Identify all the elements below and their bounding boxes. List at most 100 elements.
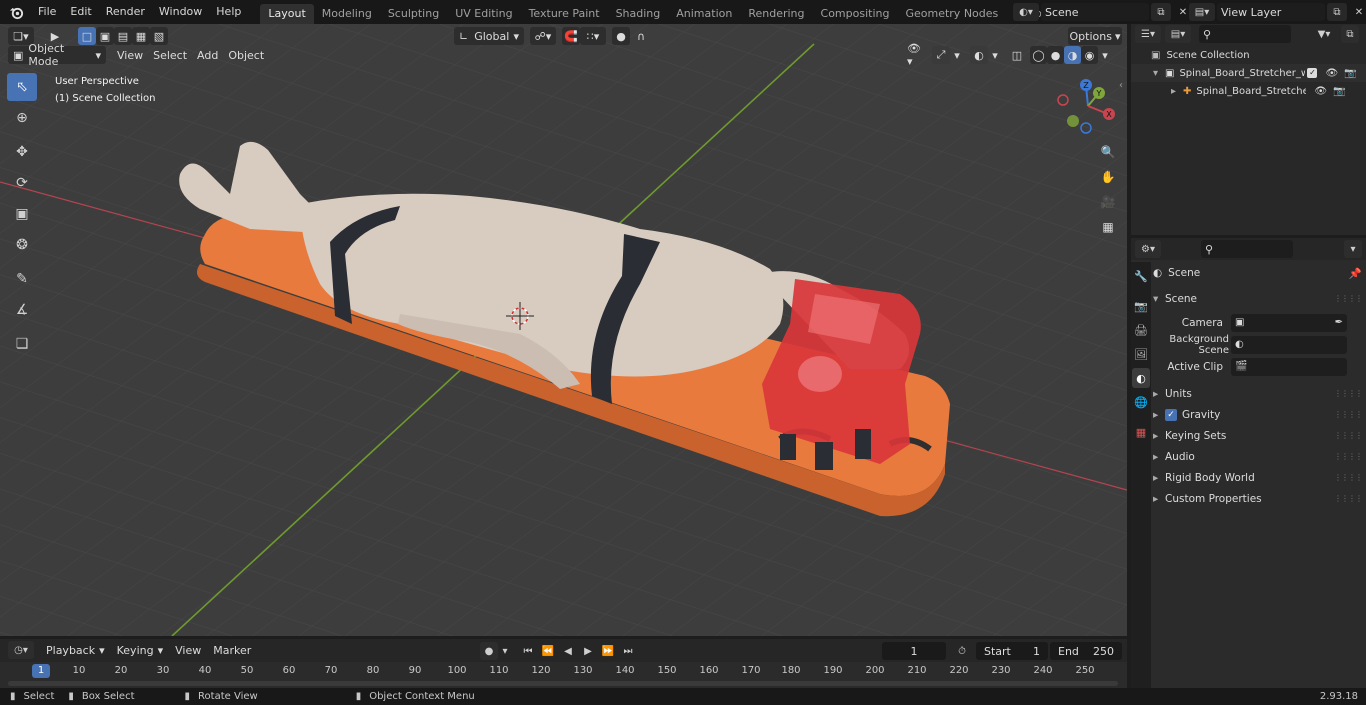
outliner-display-mode-icon[interactable]: ▤▾ [1165, 25, 1191, 43]
select-mode-intersect-icon[interactable]: ▧ [150, 27, 168, 45]
active-clip-field[interactable]: 🎬 [1231, 357, 1347, 376]
tab-texture-paint[interactable]: Texture Paint [521, 4, 608, 24]
timeline-menu-view[interactable]: View [169, 641, 207, 659]
add-cube-tool-icon[interactable]: ❏ [7, 330, 37, 358]
rigid-body-world-panel-header[interactable]: ▸ Rigid Body World ⋮⋮⋮⋮ [1153, 467, 1363, 488]
camera-view-icon[interactable]: 🎥 [1097, 191, 1119, 213]
new-collection-icon[interactable]: ⧉ [1341, 25, 1359, 43]
zoom-icon[interactable]: 🔍 [1097, 141, 1119, 163]
output-tab-icon[interactable]: 🖨 [1132, 320, 1150, 340]
object-mode-dropdown[interactable]: ▣ Object Mode ▾ [8, 42, 106, 68]
cursor-tool-icon[interactable]: ⊕ [7, 104, 37, 132]
menu-window[interactable]: Window [152, 2, 209, 22]
tab-layout[interactable]: Layout [260, 4, 314, 24]
background-scene-field[interactable]: ◐ [1231, 335, 1347, 354]
panel-grip-icon[interactable]: ⋮⋮⋮⋮ [1334, 452, 1363, 461]
tab-rendering[interactable]: Rendering [740, 4, 812, 24]
tab-animation[interactable]: Animation [668, 4, 740, 24]
scene-browse-icon[interactable]: ◐▾ [1013, 3, 1039, 21]
pivot-point-icon[interactable]: ☍▾ [530, 27, 556, 45]
visibility-eye-icon[interactable]: 👁 [1314, 86, 1327, 97]
gravity-checkbox[interactable]: ✓ [1165, 408, 1177, 421]
scene-tab-icon[interactable]: ◐ [1132, 368, 1150, 388]
play-reverse-icon[interactable]: ◀ [558, 642, 578, 660]
visibility-filter-icon[interactable]: 👁▾ [902, 42, 928, 68]
shading-wireframe-icon[interactable]: ◯ [1030, 46, 1047, 64]
navigation-gizmo[interactable]: Z Y X [1056, 76, 1120, 138]
delete-view-layer-icon[interactable]: ✕ [1349, 3, 1366, 21]
gizmo-dropdown-icon[interactable]: ▾ [950, 46, 964, 64]
render-camera-icon[interactable]: 📷 [1344, 68, 1356, 79]
pin-icon[interactable]: 📌 [1349, 267, 1362, 280]
jump-keyframe-back-icon[interactable]: ⏪ [538, 642, 558, 660]
end-frame-field[interactable]: End 250 [1050, 642, 1122, 660]
world-tab-icon[interactable]: 🌐 [1132, 392, 1150, 412]
custom-properties-panel-header[interactable]: ▸ Custom Properties ⋮⋮⋮⋮ [1153, 488, 1363, 509]
expand-arrow-icon[interactable]: ▸ [1171, 86, 1183, 97]
viewport-menu-add[interactable]: Add [192, 46, 223, 64]
viewport-menu-object[interactable]: Object [223, 46, 269, 64]
outliner-scene-collection[interactable]: ▣ Scene Collection [1131, 46, 1366, 64]
shading-material-icon[interactable]: ◑ [1064, 46, 1081, 64]
exclude-checkbox[interactable]: ✓ [1307, 68, 1318, 78]
timeline-editor-type-icon[interactable]: ◷▾ [8, 641, 34, 659]
outliner-row-object[interactable]: ▸ ✚ Spinal_Board_Stretcher_v 👁 📷 [1131, 82, 1366, 100]
view-layer-browse-icon[interactable]: ▤▾ [1189, 3, 1215, 21]
shading-rendered-icon[interactable]: ◉ [1081, 46, 1098, 64]
outliner-editor-type-icon[interactable]: ☰▾ [1135, 25, 1161, 43]
transform-tool-icon[interactable]: ❂ [7, 231, 37, 259]
new-scene-icon[interactable]: ⧉ [1151, 3, 1171, 21]
properties-search-input[interactable]: ⚲ [1201, 240, 1293, 258]
menu-file[interactable]: File [31, 2, 63, 22]
tab-modeling[interactable]: Modeling [314, 4, 380, 24]
select-mode-extend-icon[interactable]: ▣ [96, 27, 114, 45]
viewport-menu-view[interactable]: View [112, 46, 148, 64]
measure-tool-icon[interactable]: ∡ [7, 296, 37, 324]
annotate-tool-icon[interactable]: ✎ [7, 265, 37, 293]
pan-hand-icon[interactable]: ✋ [1097, 166, 1119, 188]
move-tool-icon[interactable]: ✥ [7, 138, 37, 166]
overlays-dropdown-icon[interactable]: ▾ [988, 46, 1002, 64]
eyedropper-icon[interactable]: ✒ [1335, 317, 1343, 328]
menu-render[interactable]: Render [99, 2, 152, 22]
keying-sets-panel-header[interactable]: ▸ Keying Sets ⋮⋮⋮⋮ [1153, 425, 1363, 446]
tab-uv-editing[interactable]: UV Editing [447, 4, 520, 24]
tab-sculpting[interactable]: Sculpting [380, 4, 447, 24]
timeline-scrollbar[interactable] [8, 681, 1118, 686]
tab-shading[interactable]: Shading [608, 4, 669, 24]
render-camera-icon[interactable]: 📷 [1333, 86, 1345, 97]
visibility-eye-icon[interactable]: 👁 [1325, 68, 1338, 79]
outliner-filter-icon[interactable]: ▼▾ [1311, 25, 1337, 43]
view-layer-tab-icon[interactable]: 🖼 [1132, 344, 1150, 364]
stopwatch-icon[interactable]: ⏱ [952, 642, 972, 660]
panel-grip-icon[interactable]: ⋮⋮⋮⋮ [1334, 389, 1363, 398]
properties-editor-type-icon[interactable]: ⚙▾ [1135, 240, 1161, 258]
falloff-icon[interactable]: ∩ [630, 27, 652, 45]
panel-grip-icon[interactable]: ⋮⋮⋮⋮ [1334, 473, 1363, 482]
overlays-toggle-icon[interactable]: ◐ [970, 46, 988, 64]
tab-compositing[interactable]: Compositing [813, 4, 898, 24]
render-tab-icon[interactable]: 📷 [1132, 296, 1150, 316]
snap-toggle-icon[interactable]: 🧲 [562, 27, 580, 45]
jump-start-icon[interactable]: ⏮ [518, 642, 538, 660]
tab-geometry-nodes[interactable]: Geometry Nodes [897, 4, 1006, 24]
scene-panel-header[interactable]: ▾ Scene ⋮⋮⋮⋮ [1153, 288, 1363, 309]
options-dropdown[interactable]: Options ▾ [1068, 27, 1122, 45]
select-box-tool-icon[interactable]: ⬁ [7, 73, 37, 101]
timeline-menu-playback[interactable]: Playback ▾ [40, 641, 111, 659]
view-layer-field[interactable]: View Layer [1217, 3, 1325, 21]
keying-dropdown-icon[interactable]: ▾ [498, 642, 512, 660]
units-panel-header[interactable]: ▸ Units ⋮⋮⋮⋮ [1153, 383, 1363, 404]
start-frame-field[interactable]: Start 1 [976, 642, 1048, 660]
viewport-menu-select[interactable]: Select [148, 46, 192, 64]
timeline-menu-keying[interactable]: Keying ▾ [111, 641, 169, 659]
transform-orientation-dropdown[interactable]: ∟ Global ▾ [454, 27, 524, 45]
sidebar-toggle-icon[interactable]: ‹ [1119, 80, 1123, 91]
tool-settings-tab-icon[interactable]: 🔧 [1132, 266, 1150, 286]
audio-panel-header[interactable]: ▸ Audio ⋮⋮⋮⋮ [1153, 446, 1363, 467]
auto-keying-icon[interactable]: ● [480, 642, 498, 660]
menu-help[interactable]: Help [209, 2, 248, 22]
select-mode-subtract-icon[interactable]: ▤ [114, 27, 132, 45]
panel-grip-icon[interactable]: ⋮⋮⋮⋮ [1334, 431, 1363, 440]
3d-viewport[interactable] [0, 24, 1127, 636]
